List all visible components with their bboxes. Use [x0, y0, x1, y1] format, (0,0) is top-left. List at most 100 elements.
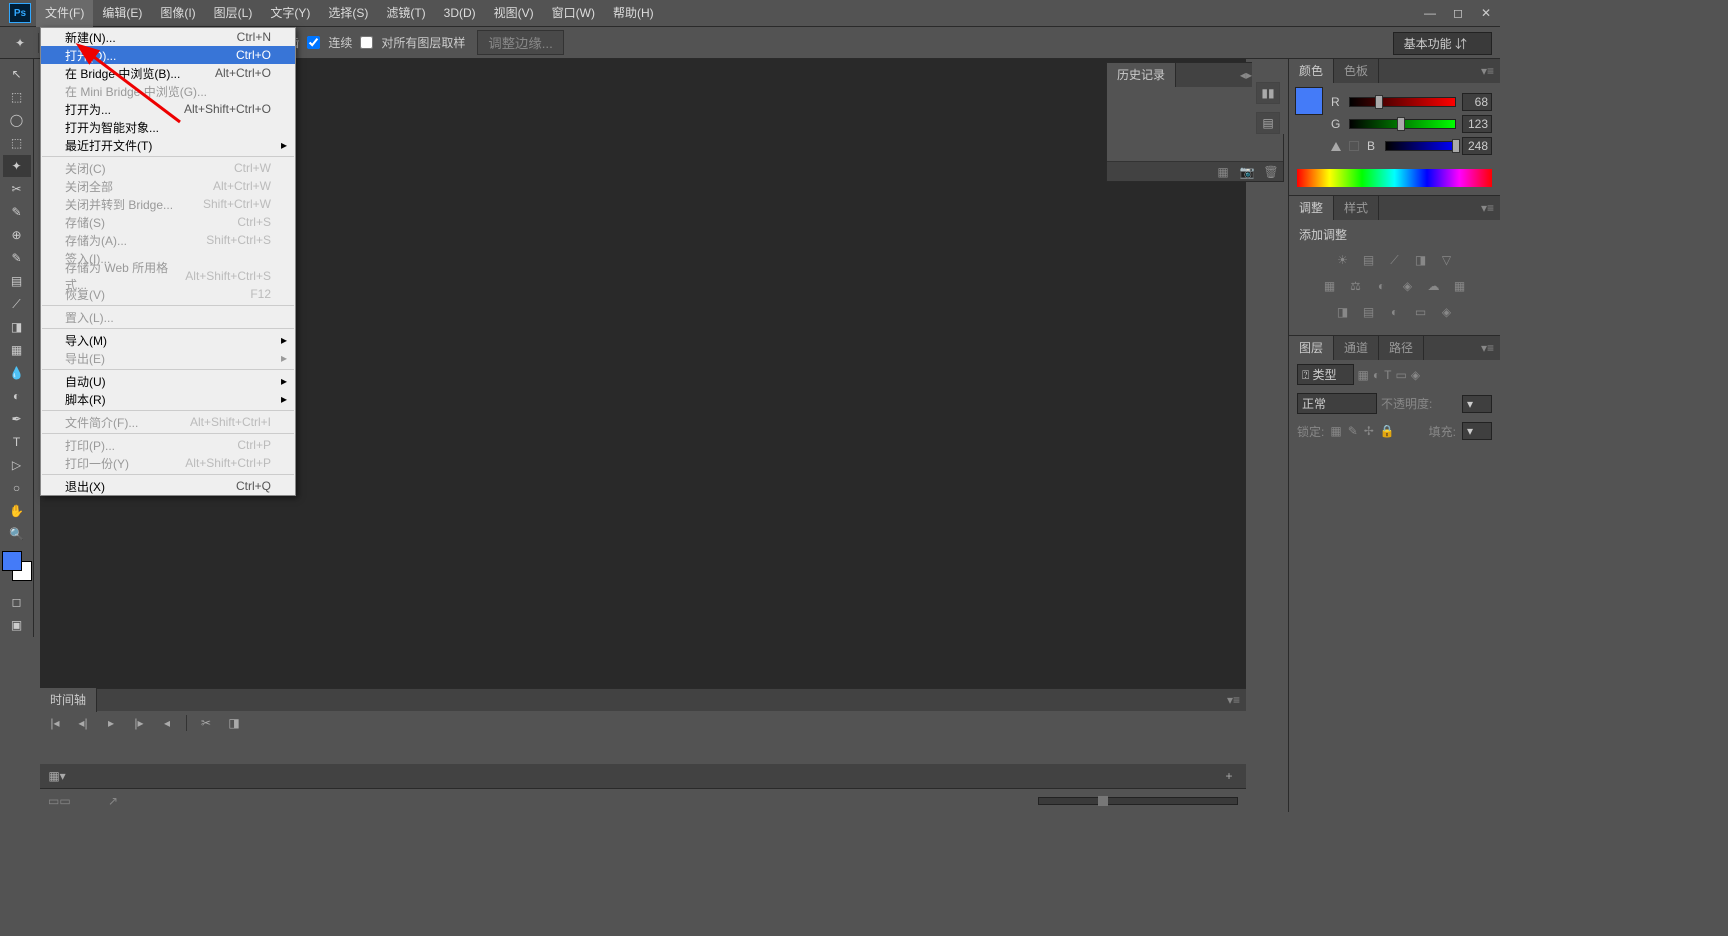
timeline-tab[interactable]: 时间轴: [40, 688, 97, 712]
last-frame-button[interactable]: ◂: [158, 716, 176, 730]
menu-item-m[interactable]: 导入(M)▸: [41, 331, 295, 349]
channel-mixer-icon[interactable]: ☁: [1425, 279, 1443, 297]
posterize-icon[interactable]: ▤: [1360, 305, 1378, 323]
lock-paint-icon[interactable]: ✎: [1348, 424, 1358, 438]
new-doc-icon[interactable]: ▦: [1211, 165, 1235, 179]
minimize-button[interactable]: —: [1416, 2, 1444, 24]
adjust-menu-icon[interactable]: ▾≡: [1475, 201, 1500, 215]
prev-frame-button[interactable]: ◂|: [74, 716, 92, 730]
maximize-button[interactable]: ◻: [1444, 2, 1472, 24]
filter-adjust-icon[interactable]: ◐: [1373, 368, 1380, 382]
eyedropper-tool[interactable]: ✎: [3, 201, 31, 223]
color-menu-icon[interactable]: ▾≡: [1475, 64, 1500, 78]
levels-icon[interactable]: ▤: [1360, 253, 1378, 271]
clone-tool[interactable]: ▤: [3, 270, 31, 292]
color-spectrum[interactable]: [1297, 169, 1492, 187]
menu-item-bridgeb[interactable]: 在 Bridge 中浏览(B)...Alt+Ctrl+O: [41, 64, 295, 82]
filter-smart-icon[interactable]: ◈: [1411, 368, 1420, 382]
b-slider[interactable]: [1385, 141, 1456, 151]
quick-select-tool[interactable]: ⬚: [3, 132, 31, 154]
path-select-tool[interactable]: ▷: [3, 454, 31, 476]
exposure-icon[interactable]: ◨: [1412, 253, 1430, 271]
menu-edit[interactable]: 编辑(E): [93, 0, 151, 27]
selective-icon[interactable]: ◈: [1438, 305, 1456, 323]
delete-icon[interactable]: 🗑: [1259, 165, 1283, 179]
bw-icon[interactable]: ◐: [1373, 279, 1391, 297]
menu-filter[interactable]: 滤镜(T): [377, 0, 434, 27]
pen-tool[interactable]: ✒: [3, 408, 31, 430]
balance-icon[interactable]: ⚖: [1347, 279, 1365, 297]
menu-item-x[interactable]: 退出(X)Ctrl+Q: [41, 477, 295, 495]
color-swatches[interactable]: [2, 551, 32, 581]
close-button[interactable]: ✕: [1472, 2, 1500, 24]
menu-item-[interactable]: 打开为...Alt+Shift+Ctrl+O: [41, 100, 295, 118]
invert-icon[interactable]: ◨: [1334, 305, 1352, 323]
status-zoom[interactable]: ▭▭: [48, 794, 108, 808]
channels-tab[interactable]: 通道: [1334, 336, 1379, 360]
status-arrow-icon[interactable]: ↗: [108, 794, 118, 808]
contiguous-checkbox[interactable]: [307, 36, 320, 49]
first-frame-button[interactable]: |◂: [46, 716, 64, 730]
snapshot-icon[interactable]: 📷: [1235, 165, 1259, 179]
filter-type-icon[interactable]: T: [1384, 368, 1391, 382]
swatches-tab[interactable]: 色板: [1334, 59, 1379, 83]
layers-tab[interactable]: 图层: [1289, 336, 1334, 360]
menu-item-u[interactable]: 自动(U)▸: [41, 372, 295, 390]
magic-wand-tool[interactable]: ✦: [3, 155, 31, 177]
menu-layer[interactable]: 图层(L): [205, 0, 262, 27]
menu-view[interactable]: 视图(V): [485, 0, 543, 27]
brightness-icon[interactable]: ☀: [1334, 253, 1352, 271]
dodge-tool[interactable]: ◐: [3, 385, 31, 407]
blur-tool[interactable]: 💧: [3, 362, 31, 384]
color-tab[interactable]: 颜色: [1289, 59, 1334, 83]
lock-position-icon[interactable]: ✢: [1364, 424, 1374, 438]
lock-pixels-icon[interactable]: ▦: [1330, 424, 1341, 438]
strip-icon-1[interactable]: ▮▮: [1256, 82, 1280, 104]
menu-window[interactable]: 窗口(W): [543, 0, 604, 27]
history-tab[interactable]: 历史记录: [1107, 63, 1176, 87]
filter-image-icon[interactable]: ▦: [1358, 368, 1369, 382]
zoom-tool[interactable]: 🔍: [3, 523, 31, 545]
timeline-menu-icon[interactable]: ▾≡: [1221, 693, 1246, 707]
filter-shape-icon[interactable]: ▭: [1395, 368, 1406, 382]
healing-tool[interactable]: ⊕: [3, 224, 31, 246]
menu-3d[interactable]: 3D(D): [435, 0, 485, 27]
history-brush-tool[interactable]: ⟋: [3, 293, 31, 315]
blend-mode-select[interactable]: 正常: [1297, 393, 1377, 414]
photo-filter-icon[interactable]: ◈: [1399, 279, 1417, 297]
strip-icon-2[interactable]: ▤: [1256, 112, 1280, 134]
vibrance-icon[interactable]: ▽: [1438, 253, 1456, 271]
shape-tool[interactable]: ○: [3, 477, 31, 499]
hand-tool[interactable]: ✋: [3, 500, 31, 522]
g-value[interactable]: 123: [1462, 115, 1492, 133]
layer-kind-select[interactable]: ⍰ 类型: [1297, 364, 1354, 385]
menu-image[interactable]: 图像(I): [151, 0, 204, 27]
menu-help[interactable]: 帮助(H): [604, 0, 663, 27]
g-slider[interactable]: [1349, 119, 1456, 129]
hue-icon[interactable]: ▦: [1321, 279, 1339, 297]
brush-tool[interactable]: ✎: [3, 247, 31, 269]
all-layers-checkbox[interactable]: [360, 36, 373, 49]
lock-all-icon[interactable]: 🔒: [1380, 424, 1395, 438]
threshold-icon[interactable]: ◐: [1386, 305, 1404, 323]
play-button[interactable]: ▸: [102, 716, 120, 730]
marquee-tool[interactable]: ⬚: [3, 86, 31, 108]
color-preview[interactable]: [1295, 87, 1323, 115]
add-frame-button[interactable]: +: [1220, 769, 1238, 783]
menu-file[interactable]: 文件(F): [36, 0, 93, 27]
screen-mode-tool[interactable]: ▣: [3, 614, 31, 636]
lasso-tool[interactable]: ◯: [3, 109, 31, 131]
refine-edge-button[interactable]: 调整边缘...: [477, 30, 563, 55]
lookup-icon[interactable]: ▦: [1451, 279, 1469, 297]
r-slider[interactable]: [1349, 97, 1456, 107]
gradient-tool[interactable]: ▦: [3, 339, 31, 361]
r-value[interactable]: 68: [1462, 93, 1492, 111]
type-tool[interactable]: T: [3, 431, 31, 453]
crop-tool[interactable]: ✂: [3, 178, 31, 200]
menu-item-o[interactable]: 打开(O)...Ctrl+O: [41, 46, 295, 64]
paths-tab[interactable]: 路径: [1379, 336, 1424, 360]
zoom-slider[interactable]: [1038, 797, 1238, 805]
color-square-icon[interactable]: [1349, 141, 1359, 151]
next-frame-button[interactable]: |▸: [130, 716, 148, 730]
b-value[interactable]: 248: [1462, 137, 1492, 155]
